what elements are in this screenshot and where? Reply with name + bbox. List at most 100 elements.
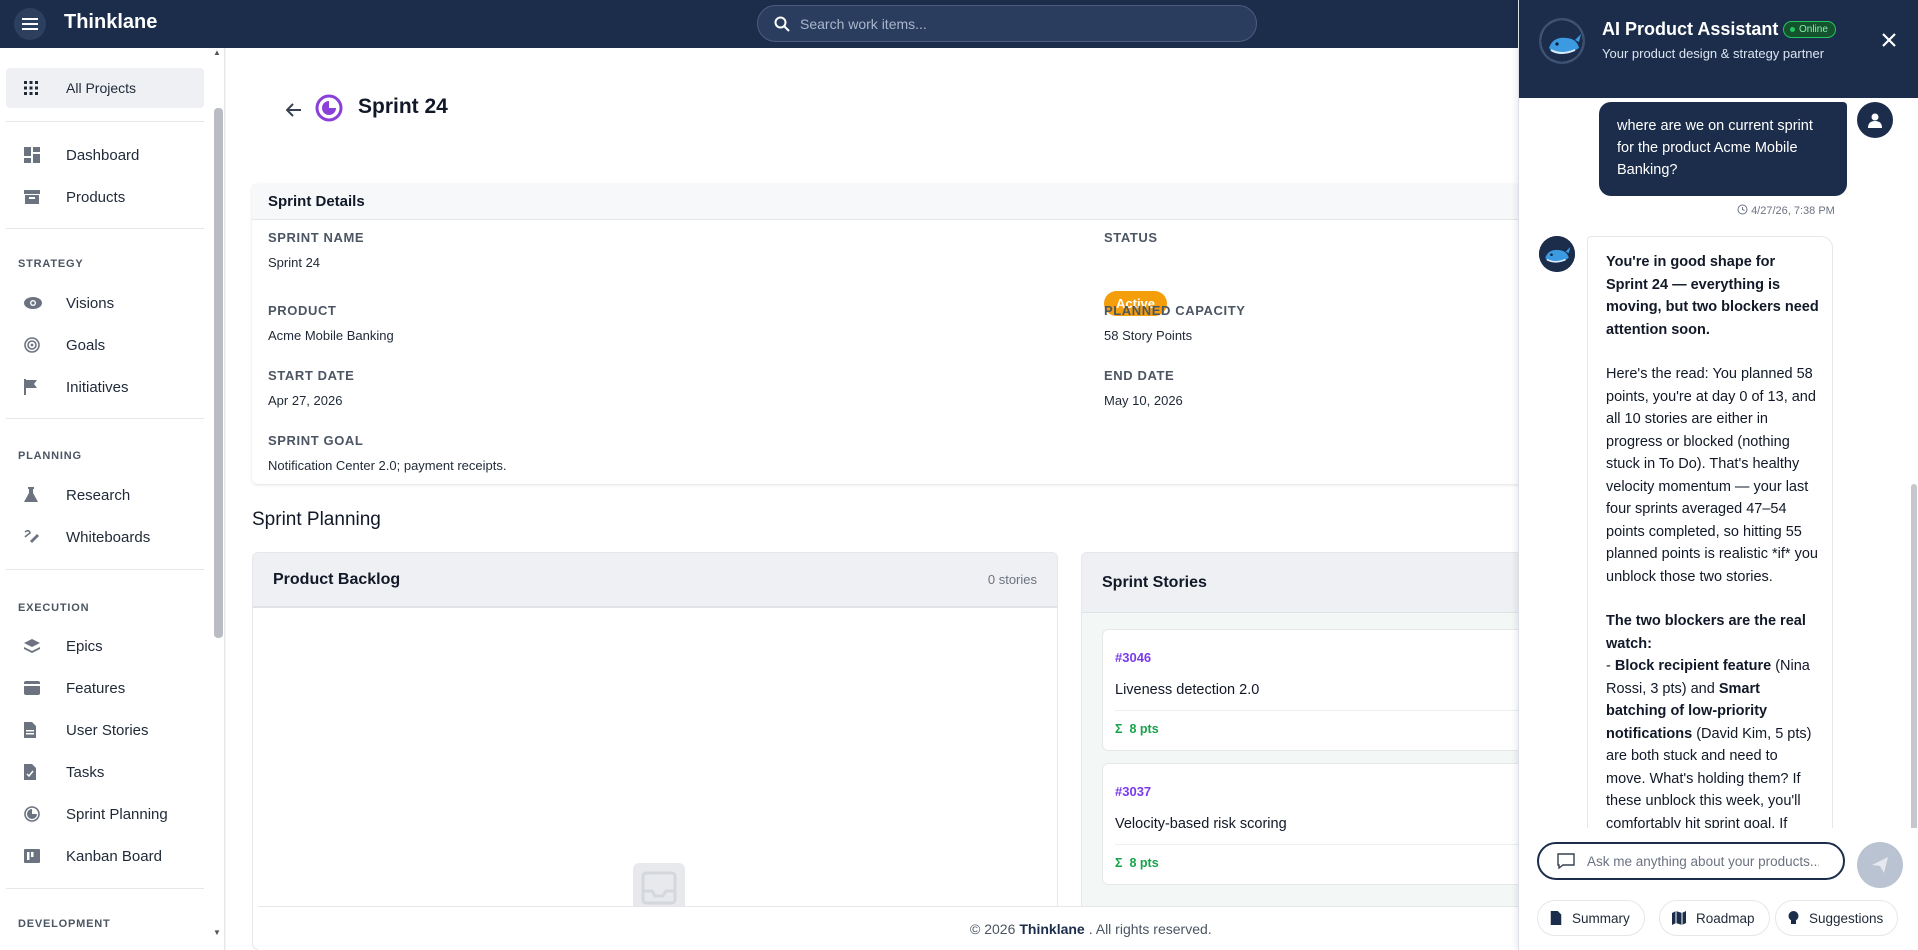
search-bar[interactable] — [757, 5, 1257, 42]
sidebar-item-tasks[interactable]: Tasks — [6, 752, 204, 792]
scroll-up-arrow[interactable]: ▲ — [213, 48, 221, 57]
section-title: Sprint Planning — [252, 509, 381, 530]
dashboard-icon — [24, 146, 50, 164]
story-card[interactable]: #3046 Liveness detection 2.0 Σ 8 pts — [1102, 629, 1518, 751]
whale-avatar-icon — [1539, 236, 1575, 272]
hamburger-icon — [22, 18, 38, 30]
scroll-down-arrow[interactable]: ▼ — [213, 928, 221, 937]
flask-icon — [24, 486, 50, 504]
sidebar-item-sprint-planning[interactable]: Sprint Planning — [6, 794, 204, 834]
online-status: Online — [1799, 24, 1828, 35]
product-backlog-card: Product Backlog 0 stories — [252, 552, 1058, 950]
chat-bubble-icon — [1557, 853, 1575, 869]
capacity-label: PLANNED CAPACITY — [1104, 303, 1246, 318]
sprint-goal-label: SPRINT GOAL — [268, 433, 364, 448]
sidebar-item-label: Features — [66, 679, 126, 697]
close-icon — [1882, 33, 1896, 47]
sprint-icon — [24, 805, 50, 823]
sigma-icon: Σ — [1115, 856, 1123, 870]
sidebar-item-label: Kanban Board — [66, 847, 162, 865]
story-id[interactable]: #3037 — [1115, 784, 1151, 799]
story-points-value: 8 pts — [1129, 856, 1159, 870]
send-button[interactable] — [1857, 842, 1903, 888]
capacity-value: 58 Story Points — [1104, 328, 1193, 343]
document-icon — [24, 721, 50, 739]
section-strategy: STRATEGY — [18, 258, 84, 270]
close-button[interactable] — [1875, 26, 1903, 54]
whale-avatar-icon — [1539, 18, 1585, 64]
reply-blocker-1: Block recipient feature — [1614, 658, 1772, 674]
sidebar-item-kanban-board[interactable]: Kanban Board — [6, 836, 204, 876]
reply-body: Here's the read: You planned 58 points, … — [1606, 366, 1818, 585]
chip-label: Suggestions — [1809, 910, 1884, 926]
status-label: STATUS — [1104, 230, 1158, 245]
sprint-icon — [315, 94, 343, 122]
brand-logo[interactable]: Thinklane — [64, 11, 157, 34]
ai-assistant-panel: AI Product Assistant Online Your product… — [1518, 0, 1918, 950]
archive-icon — [24, 188, 50, 206]
backlog-count: 0 stories — [987, 572, 1037, 587]
sidebar: All Projects Dashboard Products STRATEGY… — [0, 48, 225, 950]
sprint-stories-card: Sprint Stories #3046 Liveness detection … — [1081, 552, 1518, 950]
sidebar-divider — [6, 569, 204, 570]
main-content: Sprint 24 Sprint Details SPRINT NAME Spr… — [226, 48, 1518, 950]
sidebar-item-user-stories[interactable]: User Stories — [6, 710, 204, 750]
sidebar-item-research[interactable]: Research — [6, 475, 204, 515]
lightbulb-icon — [1788, 910, 1799, 926]
sidebar-divider — [6, 418, 204, 419]
sprint-name-value: Sprint 24 — [268, 255, 321, 270]
sidebar-item-visions[interactable]: Visions — [6, 283, 204, 323]
sidebar-item-dashboard[interactable]: Dashboard — [6, 135, 204, 175]
arrow-left-icon — [286, 103, 301, 117]
sidebar-item-products[interactable]: Products — [6, 177, 204, 217]
stories-title: Sprint Stories — [1082, 553, 1518, 613]
story-card[interactable]: #3037 Velocity-based risk scoring Σ 8 pt… — [1102, 763, 1518, 885]
assistant-message: You're in good shape for Sprint 24 — eve… — [1587, 236, 1833, 828]
back-button[interactable] — [282, 98, 306, 122]
online-badge: Online — [1783, 21, 1836, 38]
divider — [1115, 844, 1518, 845]
sidebar-item-epics[interactable]: Epics — [6, 626, 204, 666]
send-icon — [1872, 857, 1888, 873]
menu-button[interactable] — [14, 8, 46, 40]
start-date-label: START DATE — [268, 368, 355, 383]
footer-brand: Thinklane — [1019, 920, 1085, 937]
sidebar-item-label: Initiatives — [66, 378, 129, 396]
chat-input[interactable] — [1587, 853, 1819, 869]
grid-icon — [24, 79, 50, 97]
chip-label: Summary — [1572, 910, 1630, 926]
sprint-name-label: SPRINT NAME — [268, 230, 365, 245]
sidebar-item-label: User Stories — [66, 721, 149, 739]
sidebar-item-whiteboards[interactable]: Whiteboards — [6, 517, 204, 557]
sidebar-item-label: Visions — [66, 294, 115, 312]
chat-input-box[interactable] — [1537, 842, 1845, 880]
suggestions-chip[interactable]: Suggestions — [1775, 900, 1899, 936]
sidebar-item-label: Products — [66, 188, 126, 206]
search-input[interactable] — [800, 15, 1220, 32]
sidebar-scrollbar[interactable] — [214, 108, 223, 638]
card-icon — [24, 679, 50, 697]
story-id[interactable]: #3046 — [1115, 650, 1151, 665]
sigma-icon: Σ — [1115, 722, 1123, 736]
message-timestamp: 4/27/26, 7:38 PM — [1737, 204, 1835, 217]
sidebar-item-initiatives[interactable]: Initiatives — [6, 367, 204, 407]
product-value: Acme Mobile Banking — [268, 328, 394, 343]
chat-messages[interactable]: where are we on current sprint for the p… — [1519, 98, 1918, 828]
flag-icon — [24, 378, 50, 396]
task-icon — [24, 763, 50, 781]
sidebar-item-label: Dashboard — [66, 146, 140, 164]
sidebar-item-goals[interactable]: Goals — [6, 325, 204, 365]
roadmap-chip[interactable]: Roadmap — [1659, 900, 1770, 936]
summary-chip[interactable]: Summary — [1537, 900, 1645, 936]
sidebar-item-features[interactable]: Features — [6, 668, 204, 708]
divider — [1115, 710, 1518, 711]
sidebar-divider — [6, 888, 204, 889]
chat-scrollbar[interactable] — [1911, 484, 1917, 828]
eye-icon — [24, 294, 50, 312]
story-points: Σ 8 pts — [1115, 722, 1159, 736]
sidebar-item-label: Goals — [66, 336, 106, 354]
clock-icon — [1737, 204, 1748, 215]
sidebar-item-label: Whiteboards — [66, 528, 151, 546]
sidebar-item-all-projects[interactable]: All Projects — [6, 68, 204, 108]
sprint-goal-value: Notification Center 2.0; payment receipt… — [268, 458, 507, 473]
